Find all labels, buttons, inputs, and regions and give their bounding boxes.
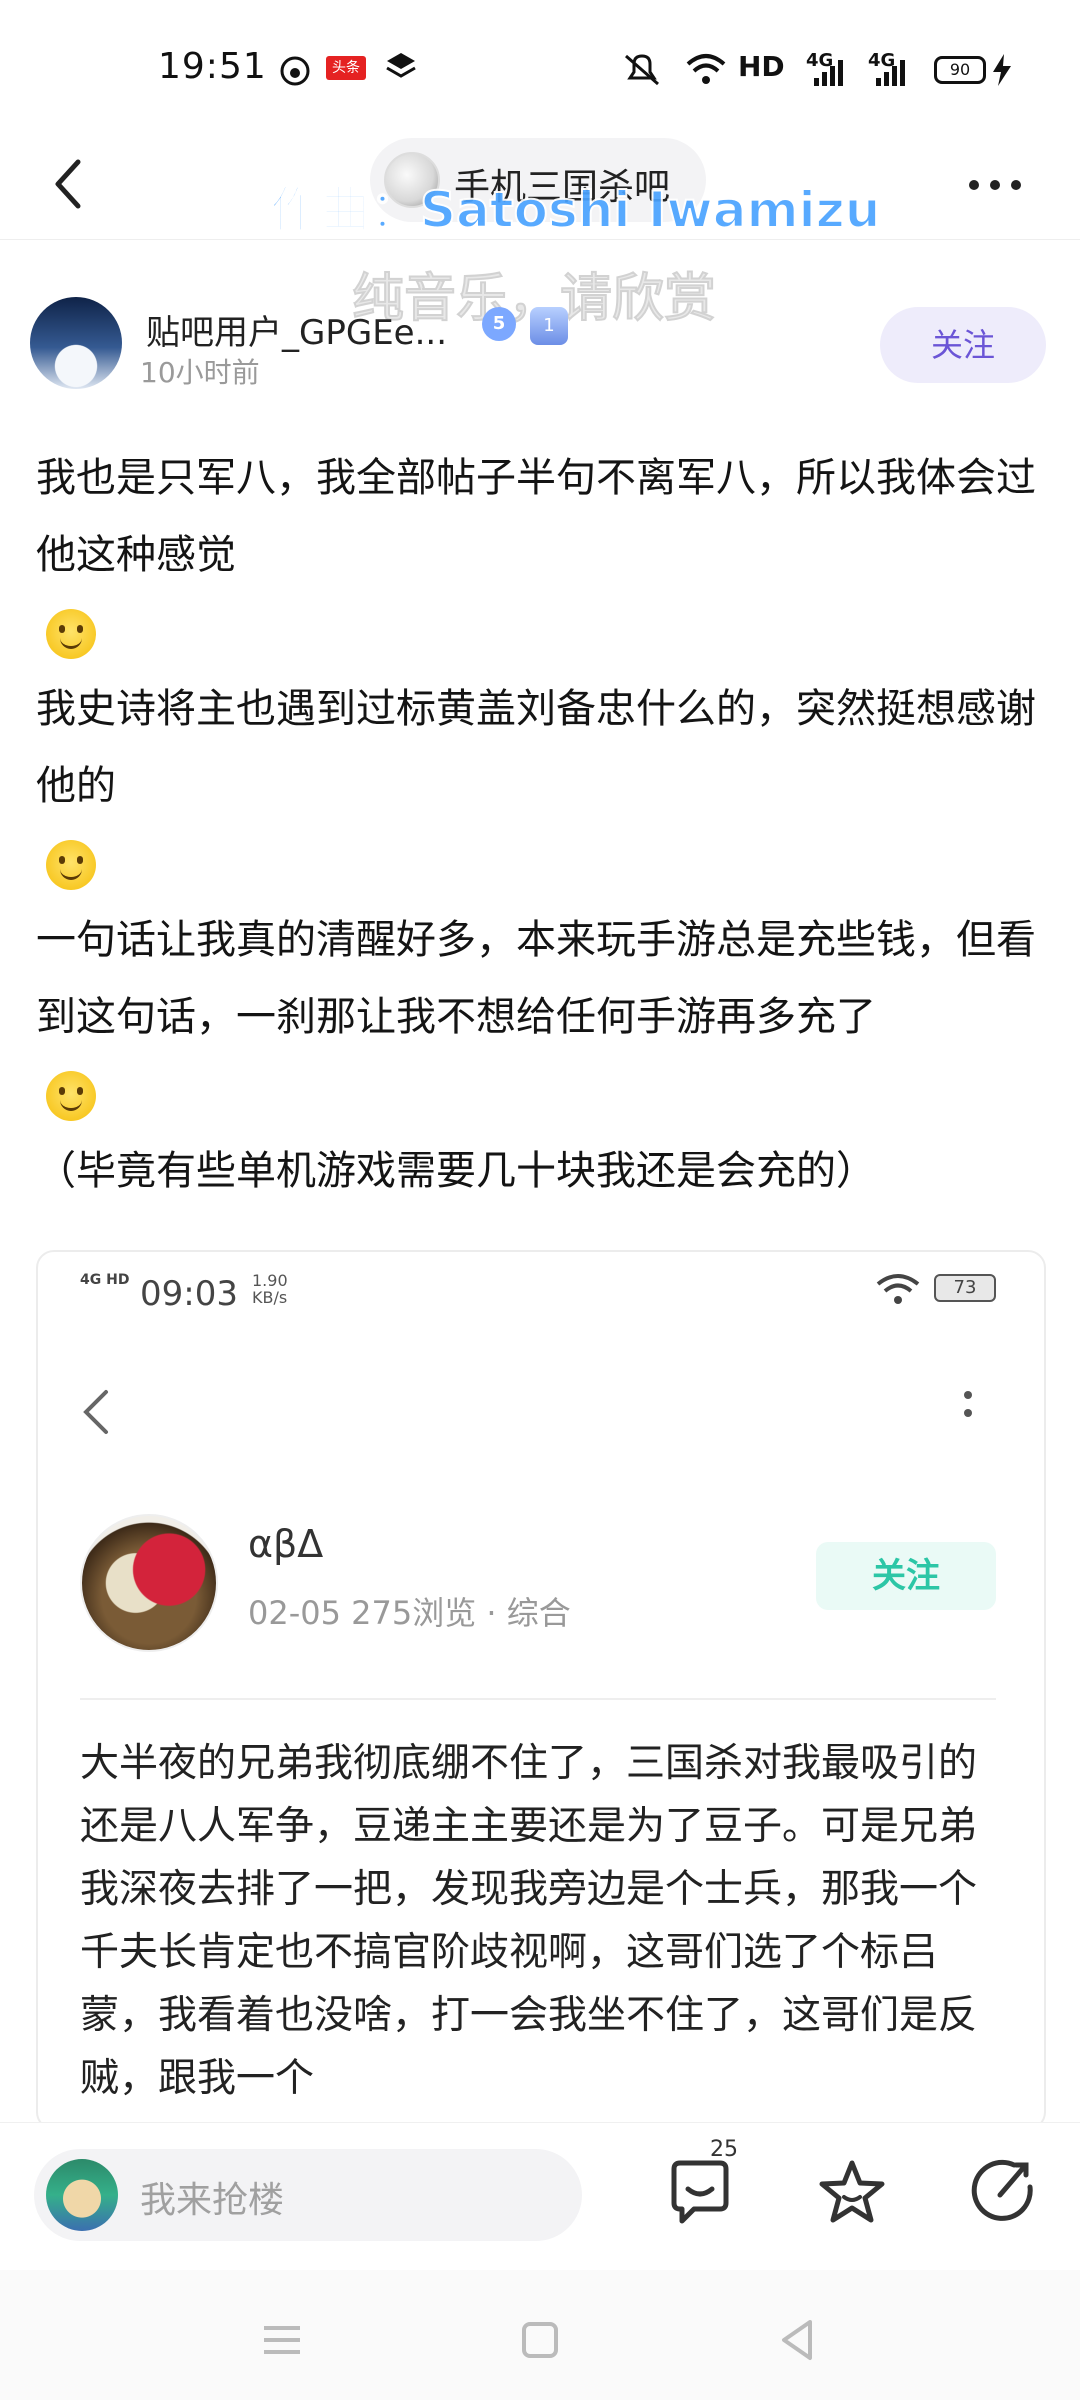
mute-icon <box>625 54 659 86</box>
home-icon[interactable] <box>510 2310 570 2370</box>
wifi-icon <box>686 54 726 84</box>
system-navigation-bar <box>0 2270 1080 2400</box>
news-app-badge: 头条 <box>326 56 366 80</box>
embedded-battery: 73 <box>934 1274 996 1302</box>
battery-indicator: 90 <box>934 56 986 84</box>
comment-icon[interactable] <box>664 2157 736 2229</box>
app-notification-icon <box>280 56 310 86</box>
embedded-screenshot[interactable]: 4G HD 09:03 1.90 KB/s 73 αβΔ 02-05 275浏览… <box>36 1250 1046 2130</box>
embedded-back-icon <box>83 1390 108 1434</box>
member-badge: 1 <box>530 307 568 345</box>
embedded-speed-value: 1.90 <box>252 1271 288 1290</box>
embedded-author-name: αβΔ <box>248 1522 324 1566</box>
system-back-icon[interactable] <box>768 2310 828 2370</box>
hd-label: HD <box>738 50 785 83</box>
status-bar: 19:51 头条 HD 4G 4G 90 <box>0 0 1080 130</box>
author-row: 贴吧用户_GPGEe... 5 1 10小时前 关注 <box>0 285 1080 400</box>
post-paragraph: （毕竟有些单机游戏需要几十块我还是会充的） <box>36 1148 876 1194</box>
comment-count: 25 <box>710 2137 738 2162</box>
star-icon[interactable] <box>816 2157 888 2229</box>
my-avatar <box>46 2159 118 2231</box>
embedded-speed-unit: KB/s <box>252 1288 288 1307</box>
smile-emoji-icon <box>46 840 96 890</box>
post-time: 10小时前 <box>140 356 260 389</box>
post-paragraph: 一句话让我真的清醒好多，本来玩手游总是充些钱，但看到这句话，一刹那让我不想给任何… <box>36 917 1036 1040</box>
embedded-author-avatar <box>80 1514 218 1652</box>
share-icon[interactable] <box>966 2157 1038 2229</box>
embedded-follow-label: 关注 <box>816 1542 996 1610</box>
embedded-time: 09:03 <box>140 1274 238 1314</box>
charging-icon <box>993 54 1011 86</box>
embedded-divider <box>80 1698 996 1700</box>
post-paragraph: 我也是只军八，我全部帖子半句不离军八，所以我体会过他这种感觉 <box>36 455 1036 578</box>
reply-input[interactable]: 我来抢楼 <box>34 2149 582 2241</box>
bottom-action-bar: 我来抢楼 25 <box>0 2122 1080 2270</box>
back-button[interactable] <box>40 148 100 218</box>
embedded-network-label: 4G HD <box>80 1272 130 1288</box>
signal-icon-2 <box>876 60 905 86</box>
embedded-meta: 02-05 275浏览 · 综合 <box>248 1594 571 1632</box>
more-options-button[interactable] <box>960 160 1030 210</box>
layers-icon <box>386 53 416 78</box>
embedded-wifi-icon <box>876 1274 920 1304</box>
follow-button[interactable]: 关注 <box>880 307 1046 383</box>
composer-caption: 作曲：Satoshi Iwamizu <box>269 180 881 240</box>
embedded-speed: 1.90 KB/s <box>252 1272 288 1306</box>
status-time: 19:51 <box>158 46 267 87</box>
smile-emoji-icon <box>46 1071 96 1121</box>
reply-placeholder: 我来抢楼 <box>140 2180 285 2221</box>
author-avatar[interactable] <box>30 297 122 389</box>
embedded-post-body: 大半夜的兄弟我彻底绷不住了，三国杀对我最吸引的还是八人军争，豆递主主要还是为了豆… <box>80 1741 978 2101</box>
embedded-more-icon <box>964 1391 972 1417</box>
signal-icon-1 <box>814 60 843 86</box>
menu-icon[interactable] <box>252 2310 312 2370</box>
author-name[interactable]: 贴吧用户_GPGEe... <box>146 305 447 354</box>
post-body: 我也是只军八，我全部帖子半句不离军八，所以我体会过他这种感觉 我史诗将主也遇到过… <box>36 440 1046 1210</box>
post-paragraph: 我史诗将主也遇到过标黄盖刘备忠什么的，突然挺想感谢他的 <box>36 686 1036 809</box>
level-badge: 5 <box>482 307 516 341</box>
smile-emoji-icon <box>46 609 96 659</box>
